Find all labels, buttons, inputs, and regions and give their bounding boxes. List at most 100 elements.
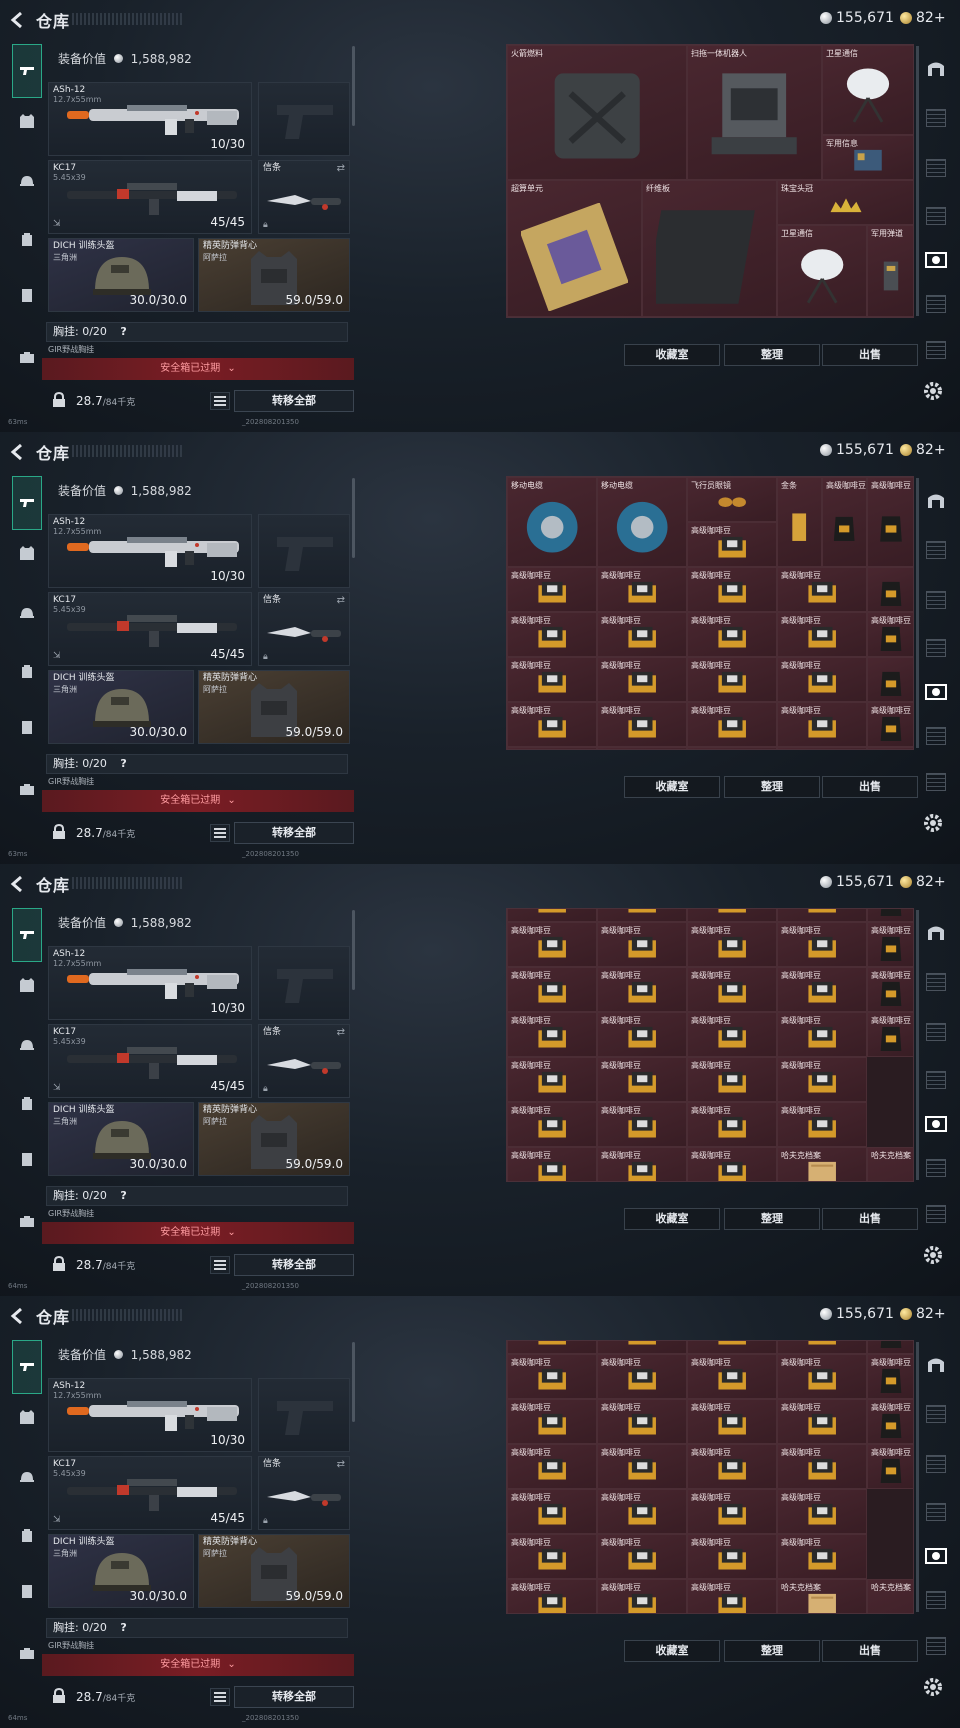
collection-room-button[interactable]: 收藏室 (624, 1640, 720, 1662)
stash-item[interactable]: 高级咖啡豆 (777, 922, 867, 967)
storage-tab-7[interactable] (922, 336, 950, 364)
stash-item[interactable]: 高级咖啡豆 (507, 967, 597, 1012)
storage-tab-3[interactable] (922, 586, 950, 614)
armor-slot[interactable]: 精英防弹背心 阿萨拉 59.0/59.0 (198, 1534, 350, 1608)
swap-icon[interactable]: ⇄ (337, 1027, 345, 1038)
safe-box-expired-banner[interactable]: 安全箱已过期 ⌄ (42, 1222, 354, 1244)
stash-item[interactable]: 高级咖啡豆 (597, 1354, 687, 1399)
back-arrow-icon[interactable] (8, 442, 28, 462)
gear-icon[interactable] (922, 1244, 944, 1266)
secondary-weapon-slot[interactable]: KC17 5.45x39 45/45 ⇲ (48, 592, 252, 666)
stash-item[interactable]: 高级咖啡豆 (687, 1147, 777, 1181)
list-icon[interactable] (210, 1688, 230, 1706)
list-icon[interactable] (210, 824, 230, 842)
transfer-all-button[interactable]: 转移全部 (234, 390, 354, 412)
nav-backpack[interactable] (12, 1520, 42, 1550)
stash-item[interactable]: 高级咖啡豆 (687, 1534, 777, 1579)
nav-container[interactable] (12, 1576, 42, 1606)
storage-tab-6[interactable] (922, 290, 950, 318)
gear-icon[interactable] (922, 1676, 944, 1698)
stash-item[interactable] (597, 909, 687, 922)
stash-item[interactable]: 火箭燃料 (507, 45, 687, 180)
gold-currency[interactable]: 82+ (900, 1306, 946, 1322)
stash-item[interactable]: 高级咖啡豆 (507, 1057, 597, 1102)
stash-item[interactable]: 高级咖啡豆 (687, 1444, 777, 1489)
stash-item[interactable]: 高级咖啡豆 (597, 747, 687, 749)
stash-item[interactable]: 高级咖啡豆 (777, 1399, 867, 1444)
silver-currency[interactable]: 155,671 (820, 1306, 894, 1322)
storage-tab-2[interactable] (922, 536, 950, 564)
stash-item[interactable]: 高级咖啡豆 (687, 1057, 777, 1102)
gold-currency[interactable]: 82+ (900, 10, 946, 26)
storage-tab-3[interactable] (922, 1018, 950, 1046)
stash-item[interactable]: 高级咖啡豆 (507, 567, 597, 612)
stash-item[interactable]: 高级咖啡豆 (597, 1102, 687, 1147)
sort-button[interactable]: 整理 (724, 1640, 820, 1662)
stash-item[interactable]: 高级咖啡豆 (687, 967, 777, 1012)
armor-slot[interactable]: 精英防弹背心 阿萨拉 59.0/59.0 (198, 238, 350, 312)
storage-tab-active[interactable] (922, 1542, 950, 1570)
silver-currency[interactable]: 155,671 (820, 442, 894, 458)
helmet-slot[interactable]: DICH 训练头盔 三角洲 30.0/30.0 (48, 1534, 194, 1608)
stash-item[interactable] (507, 909, 597, 922)
stash-item[interactable]: 高级咖啡豆 (687, 1579, 777, 1613)
stash-item[interactable]: 高级咖啡豆 (597, 1579, 687, 1613)
stash-item[interactable]: 高级咖啡豆 (687, 1102, 777, 1147)
stash-item[interactable]: 高级咖啡豆 (777, 612, 867, 657)
stash-item[interactable]: 高级咖啡豆 (507, 1399, 597, 1444)
stash-item[interactable]: 高级咖啡豆 (507, 1579, 597, 1613)
sort-button[interactable]: 整理 (724, 776, 820, 798)
safe-box-expired-banner[interactable]: 安全箱已过期 ⌄ (42, 1654, 354, 1676)
stash-item[interactable]: 高级咖啡豆 (777, 1489, 867, 1534)
storage-tab-2[interactable] (922, 1400, 950, 1428)
stash-item[interactable]: 高级咖啡豆 (597, 612, 687, 657)
gold-currency[interactable]: 82+ (900, 874, 946, 890)
stash-item[interactable]: 高级咖啡豆 (597, 1012, 687, 1057)
stash-item[interactable]: 军用信息 (822, 135, 913, 180)
equipment-scrollbar[interactable] (352, 478, 355, 558)
stash-item[interactable]: 高级咖啡豆 (777, 1057, 867, 1102)
swap-icon[interactable]: ⇄ (337, 595, 345, 606)
storage-tab-4[interactable] (922, 634, 950, 662)
help-icon[interactable]: ? (120, 1621, 126, 1634)
storage-tab-4[interactable] (922, 1498, 950, 1526)
stash-item[interactable]: 高级咖啡豆 (507, 1534, 597, 1579)
stash-item[interactable]: 高级咖啡豆 (687, 1354, 777, 1399)
stash-item[interactable]: 高级咖啡豆 (597, 1444, 687, 1489)
stash-item[interactable]: 高级咖啡豆 (507, 702, 597, 747)
stash-scrollbar[interactable] (916, 46, 919, 316)
nav-helmet[interactable] (12, 1030, 42, 1060)
secondary-weapon-slot[interactable]: KC17 5.45x39 45/45 ⇲ (48, 1456, 252, 1530)
stash-item[interactable]: 高级咖啡豆 (822, 477, 867, 567)
melee-slot[interactable]: 信条 🔒︎ ⇄ (258, 592, 350, 666)
stash-item[interactable]: 高级咖啡豆 (507, 657, 597, 702)
stash-item[interactable]: 高级咖啡豆 (507, 1147, 597, 1181)
stash-item[interactable]: 高级咖啡豆 (597, 1057, 687, 1102)
stash-item[interactable]: 高级咖啡豆 (687, 747, 777, 749)
safe-box-expired-banner[interactable]: 安全箱已过期 ⌄ (42, 358, 354, 380)
storage-tab-2[interactable] (922, 104, 950, 132)
stash-item[interactable]: 高级咖啡豆 (777, 567, 867, 612)
transfer-all-button[interactable]: 转移全部 (234, 1686, 354, 1708)
stash-item[interactable]: 高级咖啡豆 (507, 1354, 597, 1399)
sell-button[interactable]: 出售 (822, 776, 918, 798)
melee-slot[interactable]: 信条 🔒︎ ⇄ (258, 1024, 350, 1098)
stash-item[interactable]: 卫星通信 (777, 225, 867, 317)
help-icon[interactable]: ? (120, 757, 126, 770)
nav-weapons[interactable] (12, 44, 42, 98)
silver-currency[interactable]: 155,671 (820, 10, 894, 26)
stash-item[interactable]: 高级咖啡豆 (597, 1489, 687, 1534)
stash-item[interactable]: 高级咖啡豆 (507, 922, 597, 967)
nav-weapons[interactable] (12, 476, 42, 530)
stash-item[interactable]: 高级咖啡豆 (507, 612, 597, 657)
silver-currency[interactable]: 155,671 (820, 874, 894, 890)
stash-item[interactable]: 高级咖啡豆 (507, 747, 597, 749)
storage-tab-6[interactable] (922, 1154, 950, 1182)
primary-weapon-slot[interactable]: ASh-12 12.7x55mm 10/30 (48, 82, 252, 156)
melee-slot[interactable]: 信条 🔒︎ ⇄ (258, 1456, 350, 1530)
stash-item[interactable]: 高级咖啡豆 (507, 1489, 597, 1534)
help-icon[interactable]: ? (120, 325, 126, 338)
collection-room-button[interactable]: 收藏室 (624, 344, 720, 366)
stash-item[interactable]: 高级咖啡豆 (687, 1489, 777, 1534)
gear-icon[interactable] (922, 812, 944, 834)
